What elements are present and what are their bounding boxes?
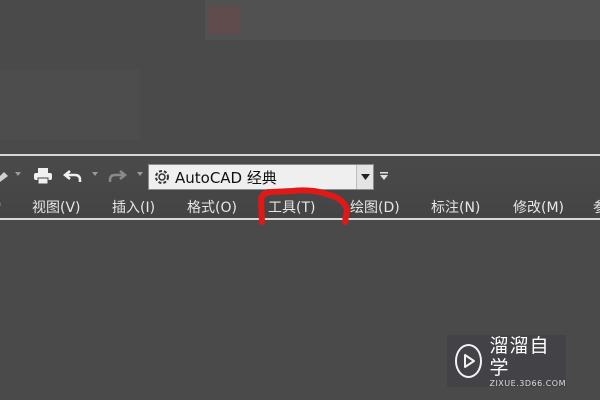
- play-icon: [455, 344, 483, 378]
- redo-icon[interactable]: [106, 164, 128, 188]
- watermark-badge: 溜溜自学 ZIXUE.3D66.COM: [447, 335, 566, 388]
- background-faded-panel: [0, 70, 140, 140]
- background-logo: [208, 6, 240, 34]
- undo-icon[interactable]: [62, 164, 84, 188]
- menu-item-partial[interactable]: ): [0, 197, 1, 213]
- chevron-down-icon[interactable]: [92, 172, 98, 176]
- chevron-down-icon[interactable]: [137, 172, 143, 176]
- watermark-text: 溜溜自学 ZIXUE.3D66.COM: [489, 335, 566, 388]
- gear-icon: [151, 168, 173, 186]
- chevron-down-icon[interactable]: [356, 165, 373, 189]
- toolbar-panel: AutoCAD 经典 ) 视图(V) 插入(I) 格式(O) 工具(T) 绘图(…: [0, 154, 600, 220]
- menu-item-draw[interactable]: 绘图(D): [350, 197, 400, 217]
- menu-item-dimension[interactable]: 标注(N): [431, 197, 480, 217]
- watermark-url: ZIXUE.3D66.COM: [489, 378, 566, 388]
- watermark-brand: 溜溜自学: [489, 334, 550, 379]
- print-icon[interactable]: [32, 164, 54, 188]
- menu-item-partial-right[interactable]: 参: [593, 197, 600, 217]
- customize-toolbar-icon[interactable]: [379, 170, 389, 182]
- background-window-strip: [205, 0, 600, 40]
- menu-item-tools[interactable]: 工具(T): [268, 197, 315, 217]
- menu-item-format[interactable]: 格式(O): [187, 197, 237, 217]
- menu-item-insert[interactable]: 插入(I): [112, 197, 155, 217]
- menu-item-modify[interactable]: 修改(M): [513, 197, 564, 217]
- quick-access-toolbar: AutoCAD 经典: [0, 162, 600, 190]
- workspace-value: AutoCAD 经典: [175, 168, 277, 187]
- workspace-select[interactable]: AutoCAD 经典: [148, 164, 374, 190]
- chevron-down-icon[interactable]: [15, 172, 21, 176]
- menu-bar: ) 视图(V) 插入(I) 格式(O) 工具(T) 绘图(D) 标注(N) 修改…: [0, 194, 600, 220]
- drawing-icon[interactable]: [0, 164, 10, 188]
- menu-item-view[interactable]: 视图(V): [32, 197, 81, 217]
